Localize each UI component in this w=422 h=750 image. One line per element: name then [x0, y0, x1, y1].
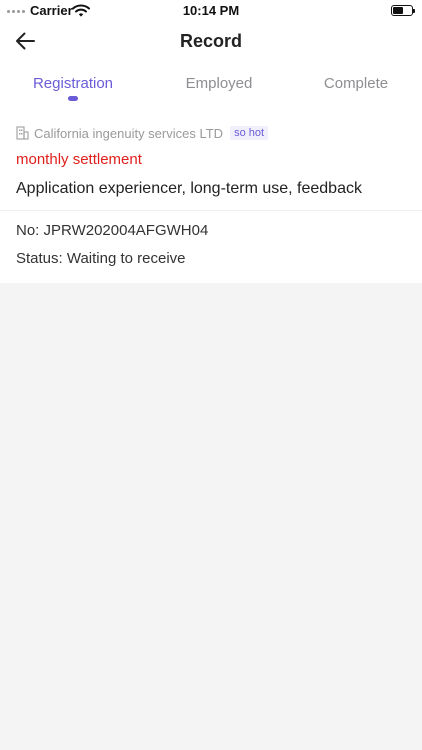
tab-employed[interactable]: Employed: [159, 75, 279, 105]
screen: Carrier 10:14 PM Record Registration Emp…: [0, 0, 422, 750]
record-panel: Carrier 10:14 PM Record Registration Emp…: [0, 0, 422, 283]
clock: 10:14 PM: [182, 3, 240, 18]
record-number: No: JPRW202004AFGWH04: [16, 222, 209, 239]
status-bar: Carrier 10:14 PM: [0, 0, 422, 22]
record-status: Status: Waiting to receive: [16, 250, 186, 267]
battery-icon: [391, 5, 415, 16]
company-row: California ingenuity services LTD so hot: [16, 124, 269, 142]
building-icon: [16, 126, 29, 140]
back-arrow-icon[interactable]: [12, 27, 40, 55]
divider: [0, 210, 422, 211]
active-tab-indicator: [68, 96, 78, 101]
settlement-type: monthly settlement: [16, 151, 142, 168]
job-title: Application experiencer, long-term use, …: [16, 180, 362, 197]
page-title: Record: [179, 31, 242, 51]
company-name: California ingenuity services LTD: [34, 125, 224, 141]
tab-complete[interactable]: Complete: [296, 75, 416, 105]
hot-badge: so hot: [230, 126, 269, 140]
